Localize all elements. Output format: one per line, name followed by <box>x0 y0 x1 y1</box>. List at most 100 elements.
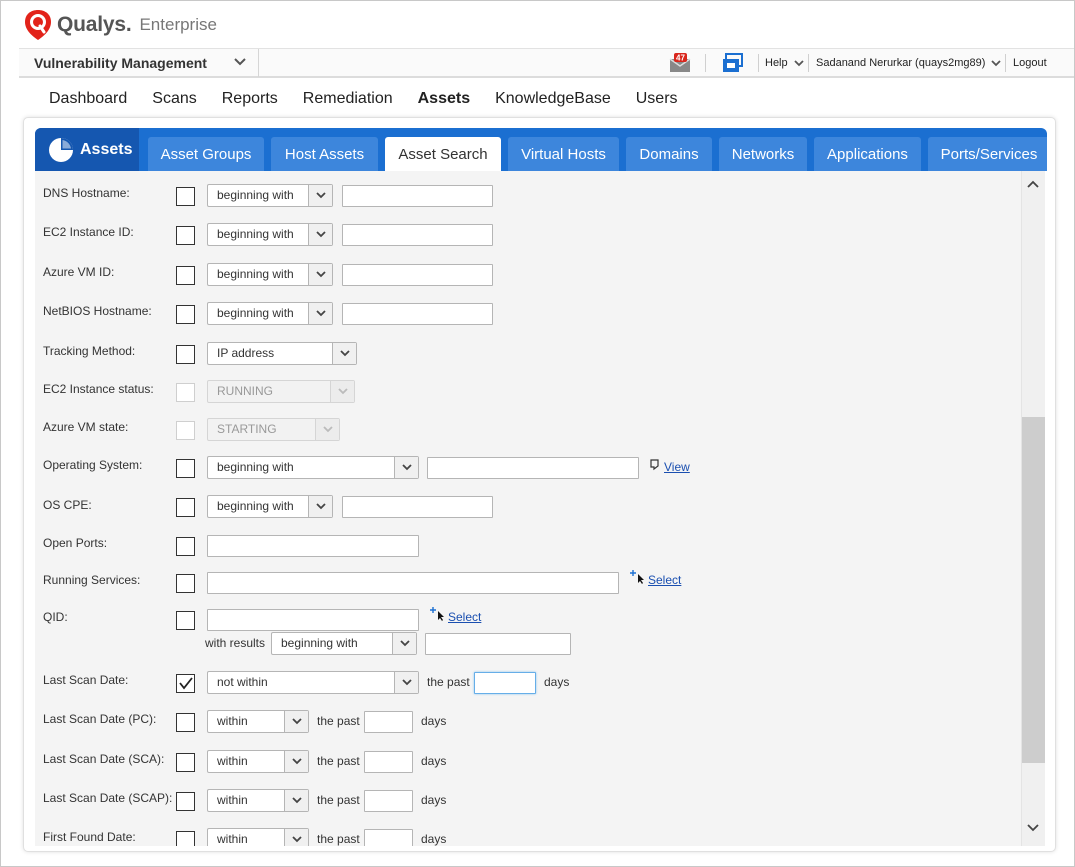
scrollbar-thumb[interactable] <box>1022 417 1045 763</box>
dns-hostname-operator-select[interactable]: beginning with <box>207 184 333 207</box>
tab-networks[interactable]: Networks <box>719 137 807 171</box>
last-scan-date-sca-checkbox[interactable] <box>176 753 195 772</box>
tab-asset-groups[interactable]: Asset Groups <box>148 137 264 171</box>
first-found-date-days-label: days <box>421 832 447 846</box>
chevron-down-icon <box>234 58 246 66</box>
azure-vm-id-checkbox[interactable] <box>176 266 195 285</box>
tracking-method-checkbox[interactable] <box>176 345 195 364</box>
operating-system-operator-select[interactable]: beginning with <box>207 456 419 479</box>
last-scan-date-operator-select[interactable]: not within <box>207 671 419 694</box>
form-scrollbar[interactable] <box>1021 171 1045 846</box>
help-menu[interactable]: Help <box>765 57 804 69</box>
tab-domains[interactable]: Domains <box>626 137 712 171</box>
running-services-checkbox[interactable] <box>176 574 195 593</box>
qualys-shield-icon <box>25 10 51 40</box>
scroll-down-icon[interactable] <box>1026 823 1040 833</box>
logout-link[interactable]: Logout <box>1013 57 1047 69</box>
ec2-instance-id-input[interactable] <box>342 224 493 246</box>
netbios-hostname-label: NetBIOS Hostname: <box>43 304 152 318</box>
qid-input[interactable] <box>207 609 419 631</box>
chevron-down-icon <box>794 59 804 66</box>
first-found-date-days-input[interactable] <box>364 829 413 846</box>
tab-assets-home[interactable]: Assets <box>35 128 139 171</box>
nav-users[interactable]: Users <box>636 90 678 108</box>
running-services-select-link[interactable]: Select <box>648 573 681 587</box>
last-scan-date-scap-operator-select[interactable]: within <box>207 789 309 812</box>
last-scan-date-checkbox[interactable] <box>176 674 195 693</box>
last-scan-date-sca-operator-select[interactable]: within <box>207 750 309 773</box>
ec2-instance-id-operator-select[interactable]: beginning with <box>207 223 333 246</box>
tracking-method-select[interactable]: IP address <box>207 342 357 365</box>
last-scan-date-label: Last Scan Date: <box>43 673 129 687</box>
add-select-icon <box>430 607 444 621</box>
chevron-down-icon <box>392 633 416 654</box>
os-cpe-input[interactable] <box>342 496 493 518</box>
operating-system-view-link[interactable]: View <box>664 460 690 474</box>
dns-hostname-checkbox[interactable] <box>176 187 195 206</box>
operating-system-operator-value: beginning with <box>217 460 294 474</box>
last-scan-date-scap-past-label: the past <box>317 793 360 807</box>
module-selector[interactable]: Vulnerability Management <box>19 49 259 77</box>
azure-vm-state-select: STARTING <box>207 418 340 441</box>
nav-reports[interactable]: Reports <box>222 90 278 108</box>
netbios-hostname-input[interactable] <box>342 303 493 325</box>
user-label: Sadanand Nerurkar (quays2mg89) <box>816 57 986 69</box>
last-scan-date-days-input[interactable] <box>474 672 536 694</box>
netbios-hostname-operator-select[interactable]: beginning with <box>207 302 333 325</box>
operating-system-input[interactable] <box>427 457 639 479</box>
chevron-down-icon <box>284 751 308 772</box>
last-scan-date-scap-days-input[interactable] <box>364 790 413 812</box>
netbios-hostname-checkbox[interactable] <box>176 305 195 324</box>
qid-checkbox[interactable] <box>176 611 195 630</box>
azure-vm-state-checkbox <box>176 421 195 440</box>
last-scan-date-scap-checkbox[interactable] <box>176 792 195 811</box>
os-cpe-operator-select[interactable]: beginning with <box>207 495 333 518</box>
nav-scans[interactable]: Scans <box>152 90 196 108</box>
mail-icon[interactable]: 47 <box>669 53 691 73</box>
tracking-method-value: IP address <box>217 346 275 360</box>
qid-results-operator-select[interactable]: beginning with <box>271 632 417 655</box>
tab-applications[interactable]: Applications <box>814 137 921 171</box>
nav-assets[interactable]: Assets <box>418 90 470 108</box>
qualys-logo[interactable]: Qualys. Enterprise <box>25 9 217 41</box>
qid-results-input[interactable] <box>425 633 571 655</box>
dns-hostname-input[interactable] <box>342 185 493 207</box>
last-scan-date-past-label: the past <box>427 675 470 689</box>
nav-remediation[interactable]: Remediation <box>303 90 393 108</box>
first-found-date-operator-select[interactable]: within <box>207 828 309 846</box>
nav-knowledgebase[interactable]: KnowledgeBase <box>495 90 611 108</box>
chevron-down-icon <box>308 224 332 245</box>
os-cpe-label: OS CPE: <box>43 498 92 512</box>
azure-vm-id-operator-select[interactable]: beginning with <box>207 263 333 286</box>
user-menu[interactable]: Sadanand Nerurkar (quays2mg89) <box>816 57 1002 69</box>
open-ports-checkbox[interactable] <box>176 537 195 556</box>
azure-vm-id-input[interactable] <box>342 264 493 286</box>
chevron-down-icon <box>991 59 1002 66</box>
ec2-instance-status-label: EC2 Instance status: <box>43 382 154 396</box>
running-services-input[interactable] <box>207 572 619 594</box>
last-scan-date-sca-operator-value: within <box>217 754 248 768</box>
last-scan-date-sca-label: Last Scan Date (SCA): <box>43 752 165 766</box>
operating-system-checkbox[interactable] <box>176 459 195 478</box>
scroll-up-icon[interactable] <box>1026 179 1040 189</box>
brand-name: Qualys. <box>57 13 132 36</box>
ec2-instance-id-label: EC2 Instance ID: <box>43 225 134 239</box>
os-cpe-checkbox[interactable] <box>176 498 195 517</box>
notification-icon[interactable] <box>722 53 744 73</box>
ec2-instance-id-checkbox[interactable] <box>176 226 195 245</box>
last-scan-date-pc-checkbox[interactable] <box>176 713 195 732</box>
tab-host-assets[interactable]: Host Assets <box>271 137 378 171</box>
last-scan-date-days-label: days <box>544 675 570 689</box>
last-scan-date-pc-operator-select[interactable]: within <box>207 710 309 733</box>
last-scan-date-pc-days-input[interactable] <box>364 711 413 733</box>
nav-dashboard[interactable]: Dashboard <box>49 90 127 108</box>
last-scan-date-sca-days-input[interactable] <box>364 751 413 773</box>
qid-select-link[interactable]: Select <box>448 610 481 624</box>
chevron-down-icon <box>308 185 332 206</box>
tab-virtual-hosts[interactable]: Virtual Hosts <box>508 137 619 171</box>
last-scan-date-sca-days-label: days <box>421 754 447 768</box>
open-ports-input[interactable] <box>207 535 419 557</box>
tab-asset-search[interactable]: Asset Search <box>385 137 501 171</box>
first-found-date-checkbox[interactable] <box>176 831 195 846</box>
tab-ports-services[interactable]: Ports/Services <box>928 137 1047 171</box>
